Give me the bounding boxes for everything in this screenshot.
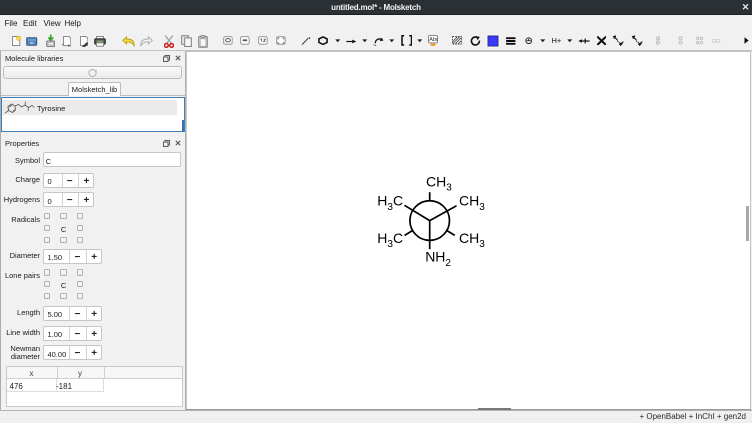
svg-text:Abc: Abc (429, 37, 438, 43)
svg-text:CH3​: CH3​ (459, 230, 485, 250)
svg-text:NH2​: NH2​ (425, 249, 451, 269)
svg-text:CH3​: CH3​ (426, 173, 452, 193)
svg-text:H3​C: H3​C (377, 230, 403, 250)
svg-text:H3​C: H3​C (377, 193, 403, 213)
svg-text:H+: H+ (551, 36, 561, 45)
svg-text:CH3​: CH3​ (459, 193, 485, 213)
